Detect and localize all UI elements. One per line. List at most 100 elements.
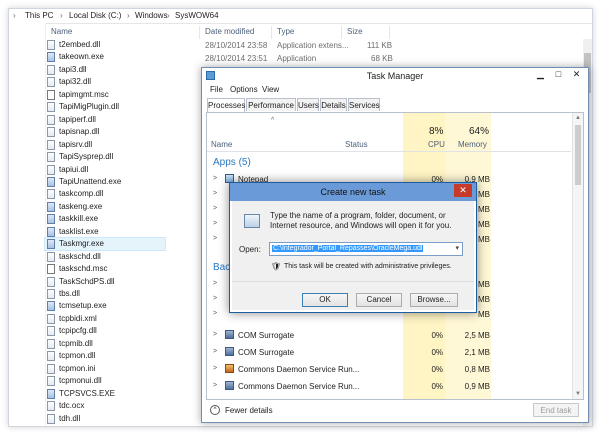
breadcrumb-this-pc[interactable]: This PC <box>25 11 53 20</box>
admin-privileges-note: This task will be created with administr… <box>284 263 452 270</box>
process-name: COM Surrogate <box>238 331 295 340</box>
application-icon <box>47 239 55 250</box>
expand-chevron-icon[interactable]: > <box>213 190 217 197</box>
expand-chevron-icon[interactable]: > <box>213 175 217 182</box>
close-icon[interactable]: ✕ <box>454 184 472 197</box>
address-bar[interactable]: › This PC › Local Disk (C:) › Windows › … <box>9 9 592 24</box>
expand-chevron-icon[interactable]: > <box>213 235 217 242</box>
expand-chevron-icon[interactable]: > <box>213 295 217 302</box>
file-icon <box>47 127 55 138</box>
window-title: Task Manager <box>366 71 424 81</box>
fewer-details-link[interactable]: Fewer details <box>225 406 273 415</box>
process-cpu: 0% <box>431 382 443 391</box>
process-memory: 0,8 MB <box>464 365 490 374</box>
end-task-button[interactable]: End task <box>533 403 579 417</box>
column-memory[interactable]: Memory <box>458 140 487 149</box>
breadcrumb-local-disk[interactable]: Local Disk (C:) <box>69 11 121 20</box>
process-row[interactable]: > COM Surrogate 0% 2,1 MB <box>207 345 571 360</box>
tab-processes[interactable]: Processes <box>207 98 245 112</box>
ok-button[interactable]: OK <box>302 293 348 307</box>
chevron-right-icon: › <box>127 11 130 20</box>
open-input-value[interactable]: C:\Integrador_Portal_Repasses\OracleMega… <box>272 245 424 252</box>
maximize-icon[interactable]: □ <box>551 68 566 80</box>
process-name: Commons Daemon Service Run... <box>238 382 360 391</box>
column-name[interactable]: Name <box>51 27 72 36</box>
process-cpu: 0% <box>431 348 443 357</box>
menu-file[interactable]: File <box>210 85 223 94</box>
navigation-pane[interactable] <box>9 23 46 426</box>
tab-performance[interactable]: Performance <box>246 98 296 111</box>
file-name: tapi32.dll <box>59 77 92 87</box>
application-icon <box>47 214 55 225</box>
vertical-scrollbar[interactable]: ▲ ▼ <box>572 113 583 399</box>
breadcrumb-syswow64[interactable]: SysWOW64 <box>175 11 219 20</box>
expand-chevron-icon[interactable]: > <box>213 205 217 212</box>
file-name: taskeng.exe <box>59 201 103 211</box>
file-name: t2embed.dll <box>59 40 101 49</box>
application-icon <box>47 176 55 187</box>
column-status[interactable]: Status <box>345 140 368 149</box>
file-icon <box>47 102 55 113</box>
expand-chevron-icon[interactable]: > <box>213 280 217 287</box>
process-row[interactable]: > Commons Daemon Service Run... 0% 0,9 M… <box>207 379 571 394</box>
process-memory: 2,1 MB <box>464 348 490 357</box>
group-background-processes: Bac <box>213 262 231 273</box>
expand-chevron-icon[interactable]: > <box>213 365 217 372</box>
file-name: tdc.ocx <box>59 401 85 411</box>
scrollbar-thumb[interactable] <box>575 125 581 185</box>
expand-chevron-icon[interactable]: > <box>213 382 217 389</box>
process-row[interactable]: > Commons Daemon Service Run... 0% 0,8 M… <box>207 362 571 377</box>
file-row[interactable]: t2embed.dll <box>47 39 447 51</box>
scroll-up-icon[interactable]: ▲ <box>575 115 581 121</box>
menu-options[interactable]: Options <box>230 85 258 94</box>
file-icon <box>47 401 55 412</box>
process-name: COM Surrogate <box>238 348 295 357</box>
file-icon <box>47 351 55 362</box>
expand-chevron-icon[interactable]: > <box>213 220 217 227</box>
cancel-button[interactable]: Cancel <box>356 293 402 307</box>
column-date-modified[interactable]: Date modified <box>205 27 254 36</box>
tab-users[interactable]: Users <box>297 98 319 111</box>
column-size[interactable]: Size <box>347 27 363 36</box>
expand-chevron-icon[interactable]: > <box>213 310 217 317</box>
file-icon <box>47 338 55 349</box>
column-type[interactable]: Type <box>277 27 294 36</box>
menu-bar: File Options View <box>202 84 588 96</box>
expand-chevron-icon[interactable]: > <box>213 348 217 355</box>
file-row[interactable]: Taskmgr.exe <box>44 237 166 252</box>
chevron-right-icon: › <box>167 11 170 20</box>
task-manager-title-bar[interactable]: Task Manager ▁ □ ✕ <box>202 68 588 83</box>
tab-services[interactable]: Services <box>348 98 380 111</box>
process-row[interactable]: > COM Surrogate 0% 2,5 MB <box>207 328 571 343</box>
expand-chevron-icon[interactable]: > <box>213 331 217 338</box>
column-divider[interactable] <box>271 26 272 39</box>
close-icon[interactable]: ✕ <box>569 68 584 80</box>
com-surrogate-icon <box>225 330 234 339</box>
open-combobox[interactable]: C:\Integrador_Portal_Repasses\OracleMega… <box>269 242 463 256</box>
column-divider[interactable] <box>199 26 200 39</box>
file-icon <box>47 289 55 299</box>
header-divider <box>207 151 571 152</box>
breadcrumb-windows[interactable]: Windows <box>135 11 167 20</box>
file-name: tcmsetup.exe <box>59 301 107 311</box>
browse-button[interactable]: Browse... <box>410 293 458 307</box>
chevron-up-icon[interactable]: ^ <box>210 405 220 415</box>
chevron-right-icon: › <box>13 11 16 20</box>
tab-strip: Processes Performance Users Details Serv… <box>206 98 588 112</box>
column-divider[interactable] <box>341 26 342 39</box>
tab-details[interactable]: Details <box>320 98 347 111</box>
dialog-title-bar[interactable]: Create new task ✕ <box>230 183 476 201</box>
application-icon <box>47 226 55 237</box>
file-icon <box>47 189 55 200</box>
column-divider[interactable] <box>389 26 390 39</box>
menu-view[interactable]: View <box>262 85 279 94</box>
file-row[interactable]: takeown.exe <box>47 51 447 63</box>
column-name[interactable]: Name <box>211 140 232 149</box>
column-cpu[interactable]: CPU <box>428 140 445 149</box>
file-icon <box>47 139 55 150</box>
file-icon <box>47 376 55 387</box>
dropdown-arrow-icon[interactable]: ▾ <box>455 244 459 252</box>
file-name: Taskmgr.exe <box>59 239 104 249</box>
scroll-down-icon[interactable]: ▼ <box>575 391 581 397</box>
minimize-icon[interactable]: ▁ <box>533 68 548 80</box>
